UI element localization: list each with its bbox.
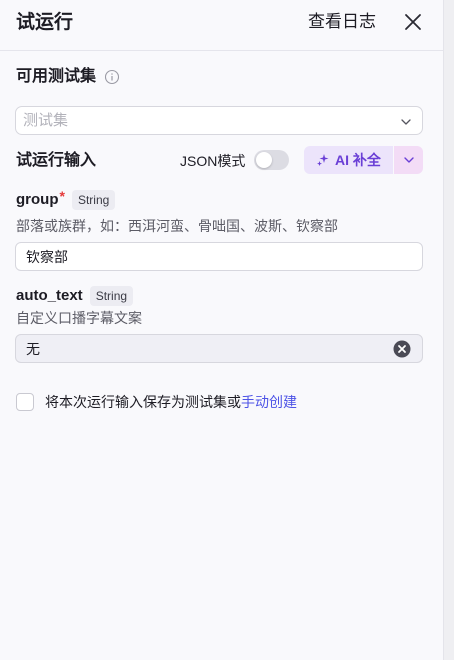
auto-text-input[interactable]: 无: [15, 334, 423, 363]
close-icon[interactable]: [401, 10, 425, 34]
type-badge: String: [89, 286, 134, 306]
testset-placeholder: 测试集: [23, 112, 69, 129]
input-value: 无: [26, 341, 40, 357]
testset-section: 可用测试集: [16, 66, 120, 88]
sparkle-icon: [317, 154, 329, 166]
toggle-knob: [256, 152, 272, 168]
field-name: group: [16, 191, 59, 208]
field-group-header: group * String: [16, 188, 116, 210]
field-description: 自定义口播字幕文案: [16, 310, 142, 326]
view-logs-button[interactable]: 查看日志: [308, 10, 376, 34]
json-mode-label: JSON模式: [180, 153, 246, 169]
test-run-panel: 试运行 查看日志 可用测试集 测试集 试运行输入 JSON模式 AI 补全 gr…: [0, 0, 443, 660]
field-name: auto_text: [16, 287, 83, 304]
run-input-label: 试运行输入: [16, 152, 97, 169]
testset-select[interactable]: 测试集: [15, 106, 423, 135]
input-value: 钦察部: [26, 249, 68, 265]
manual-create-link[interactable]: 手动创建: [241, 392, 297, 412]
required-mark: *: [59, 188, 65, 204]
type-badge: String: [71, 190, 116, 210]
ai-complete-label: AI 补全: [335, 152, 381, 168]
side-scrollbar[interactable]: [443, 0, 454, 660]
info-icon[interactable]: [104, 69, 120, 85]
save-testset-row: 将本次运行输入保存为测试集或 手动创建: [16, 392, 297, 412]
field-description: 部落或族群，如：西洱河蛮、骨咄国、波斯、钦察部: [16, 218, 338, 234]
ai-complete-button[interactable]: AI 补全: [304, 146, 393, 174]
field-auto-text-header: auto_text String: [16, 286, 134, 306]
save-testset-text: 将本次运行输入保存为测试集或: [45, 394, 241, 410]
json-mode-toggle[interactable]: [254, 150, 289, 170]
clear-icon[interactable]: [393, 340, 411, 358]
ai-options-dropdown[interactable]: [394, 146, 423, 174]
panel-header: 试运行 查看日志: [0, 0, 443, 51]
chevron-down-icon: [403, 157, 414, 163]
testset-label: 可用测试集: [16, 68, 97, 85]
group-input[interactable]: 钦察部: [15, 242, 423, 271]
panel-title: 试运行: [16, 12, 74, 33]
chevron-down-icon: [401, 119, 411, 125]
save-testset-checkbox[interactable]: [16, 393, 34, 411]
